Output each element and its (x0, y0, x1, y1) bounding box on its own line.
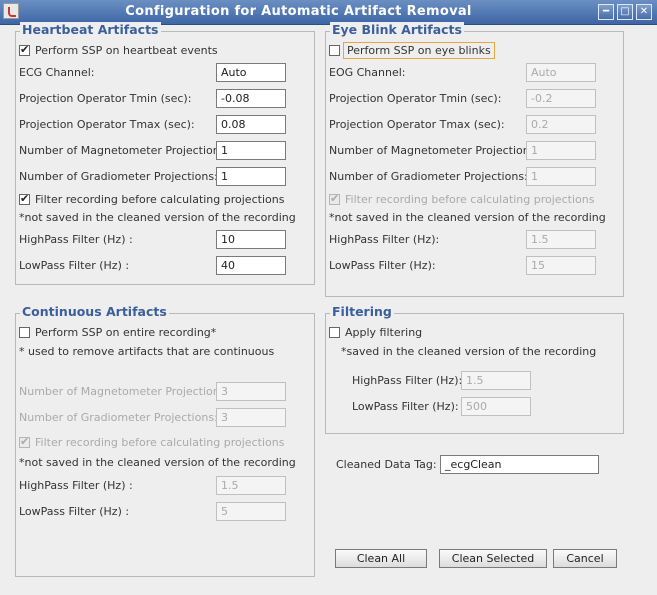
continuous-filter-checkbox[interactable] (19, 435, 30, 448)
heartbeat-highpass-field[interactable]: 10 (216, 230, 286, 249)
heartbeat-mag-field[interactable]: 1 (216, 141, 286, 160)
eyeblink-tmax-label: Projection Operator Tmax (sec): (329, 118, 505, 131)
eyeblink-tmin-label: Projection Operator Tmin (sec): (329, 92, 502, 105)
eyeblink-group-title: Eye Blink Artifacts (330, 22, 464, 37)
eyeblink-lowpass-field[interactable]: 15 (526, 256, 596, 275)
clean-all-button[interactable]: Clean All (335, 549, 427, 568)
filtering-highpass-field[interactable]: 1.5 (461, 371, 531, 390)
heartbeat-tmax-field[interactable]: 0.08 (216, 115, 286, 134)
eyeblink-filter-checkbox[interactable] (329, 192, 340, 205)
continuous-highpass-label: HighPass Filter (Hz) : (19, 479, 133, 492)
apply-filtering-checkbox[interactable] (329, 327, 340, 338)
heartbeat-note: *not saved in the cleaned version of the… (19, 211, 296, 224)
close-icon[interactable]: ✕ (636, 4, 652, 20)
maximize-icon[interactable]: □ (617, 4, 633, 20)
eyeblink-lowpass-label: LowPass Filter (Hz): (329, 259, 436, 272)
heartbeat-tmin-label: Projection Operator Tmin (sec): (19, 92, 192, 105)
heartbeat-grad-field[interactable]: 1 (216, 167, 286, 186)
continuous-group-title: Continuous Artifacts (20, 304, 169, 319)
eog-channel-field[interactable]: Auto (526, 63, 596, 82)
ecg-channel-label: ECG Channel: (19, 66, 95, 79)
eyeblink-highpass-field[interactable]: 1.5 (526, 230, 596, 249)
eyeblink-tmax-field[interactable]: 0.2 (526, 115, 596, 134)
heartbeat-mag-label: Number of Magnetometer Projections: (19, 144, 230, 157)
continuous-mag-field[interactable]: 3 (216, 382, 286, 401)
heartbeat-perform-label: Perform SSP on heartbeat events (35, 44, 218, 57)
heartbeat-perform-checkbox[interactable] (19, 43, 30, 56)
heartbeat-tmin-field[interactable]: -0.08 (216, 89, 286, 108)
filtering-lowpass-label: LowPass Filter (Hz): (352, 400, 459, 413)
eyeblink-note: *not saved in the cleaned version of the… (329, 211, 606, 224)
eyeblink-grad-label: Number of Gradiometer Projections: (329, 170, 528, 183)
heartbeat-highpass-label: HighPass Filter (Hz) : (19, 233, 133, 246)
cancel-button[interactable]: Cancel (553, 549, 617, 568)
continuous-grad-field[interactable]: 3 (216, 408, 286, 427)
apply-filtering-label: Apply filtering (345, 326, 423, 339)
continuous-used-note: * used to remove artifacts that are cont… (19, 345, 275, 358)
heartbeat-grad-label: Number of Gradiometer Projections: (19, 170, 218, 183)
eyeblink-filter-label: Filter recording before calculating proj… (345, 193, 595, 206)
continuous-perform-checkbox[interactable] (19, 327, 30, 338)
heartbeat-filter-checkbox[interactable] (19, 192, 30, 205)
clean-selected-button[interactable]: Clean Selected (439, 549, 547, 568)
heartbeat-tmax-label: Projection Operator Tmax (sec): (19, 118, 195, 131)
continuous-note: *not saved in the cleaned version of the… (19, 456, 296, 469)
eyeblink-grad-field[interactable]: 1 (526, 167, 596, 186)
cleaned-data-tag-field[interactable]: _ecgClean (440, 455, 599, 474)
continuous-highpass-field[interactable]: 1.5 (216, 476, 286, 495)
heartbeat-filter-label: Filter recording before calculating proj… (35, 193, 285, 206)
filtering-highpass-label: HighPass Filter (Hz): (352, 374, 463, 387)
window-title: Configuration for Automatic Artifact Rem… (125, 4, 472, 19)
eyeblink-tmin-field[interactable]: -0.2 (526, 89, 596, 108)
filtering-group-title: Filtering (330, 304, 394, 319)
continuous-perform-label: Perform SSP on entire recording* (35, 326, 217, 339)
heartbeat-group-title: Heartbeat Artifacts (20, 22, 161, 37)
heartbeat-lowpass-field[interactable]: 40 (216, 256, 286, 275)
continuous-lowpass-label: LowPass Filter (Hz) : (19, 505, 130, 518)
ecg-channel-field[interactable]: Auto (216, 63, 286, 82)
eog-channel-label: EOG Channel: (329, 66, 406, 79)
filtering-note: *saved in the cleaned version of the rec… (341, 345, 597, 358)
continuous-mag-label: Number of Magnetometer Projections: (19, 385, 230, 398)
continuous-grad-label: Number of Gradiometer Projections: (19, 411, 218, 424)
eyeblink-mag-label: Number of Magnetometer Projections: (329, 144, 540, 157)
continuous-filter-label: Filter recording before calculating proj… (35, 436, 285, 449)
minimize-icon[interactable]: ━ (598, 4, 614, 20)
eyeblink-perform-checkbox[interactable] (329, 45, 340, 56)
eyeblink-perform-label: Perform SSP on eye blinks (343, 42, 495, 59)
continuous-lowpass-field[interactable]: 5 (216, 502, 286, 521)
heartbeat-lowpass-label: LowPass Filter (Hz) : (19, 259, 130, 272)
eyeblink-mag-field[interactable]: 1 (526, 141, 596, 160)
filtering-lowpass-field[interactable]: 500 (461, 397, 531, 416)
eyeblink-highpass-label: HighPass Filter (Hz): (329, 233, 440, 246)
cleaned-data-tag-label: Cleaned Data Tag: (336, 458, 437, 471)
